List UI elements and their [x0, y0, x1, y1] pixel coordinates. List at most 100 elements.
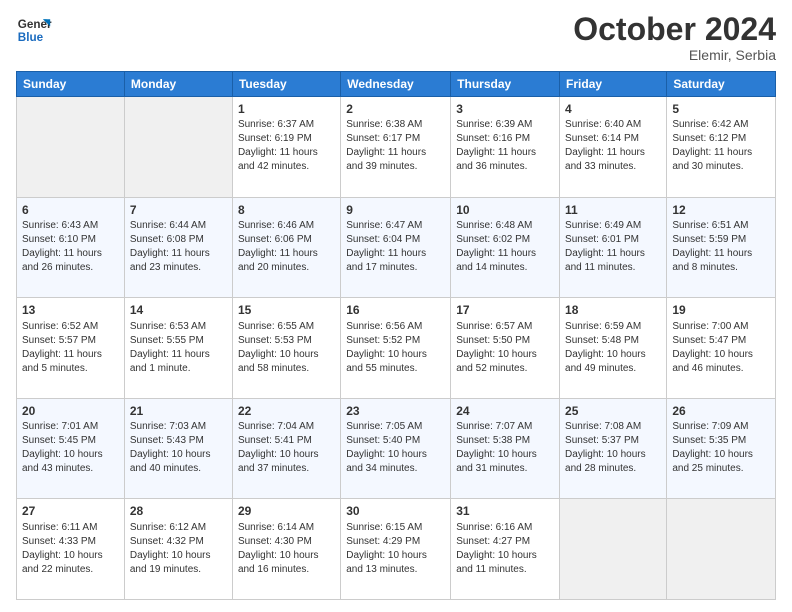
calendar-day-cell: 13Sunrise: 6:52 AMSunset: 5:57 PMDayligh…	[17, 298, 125, 399]
calendar-day-cell: 19 Sunrise: 7:00 AMSunset: 5:47 PMDayligh…	[667, 298, 776, 399]
day-number: 26	[672, 403, 770, 419]
day-number: 23	[346, 403, 445, 419]
weekday-header: Wednesday	[341, 72, 451, 97]
calendar-day-cell: 22Sunrise: 7:04 AMSunset: 5:41 PMDayligh…	[232, 398, 340, 499]
calendar-day-cell: 15 Sunrise: 6:55 AMSunset: 5:53 PMDayligh…	[232, 298, 340, 399]
calendar-day-cell	[560, 499, 667, 600]
day-info: Sunrise: 7:03 AMSunset: 5:43 PMDaylight:…	[130, 420, 227, 476]
day-info: Sunrise: 6:39 AMSunset: 6:16 PMDaylight:…	[456, 118, 554, 174]
logo-icon: General Blue	[16, 12, 52, 48]
day-info: Sunrise: 7:08 AMSunset: 5:37 PMDaylight:…	[565, 420, 661, 476]
calendar-day-cell	[667, 499, 776, 600]
calendar-day-cell: 14Sunrise: 6:53 AMSunset: 5:55 PMDayligh…	[124, 298, 232, 399]
calendar-day-cell: 23Sunrise: 7:05 AMSunset: 5:40 PMDayligh…	[341, 398, 451, 499]
calendar-day-cell: 24Sunrise: 7:07 AMSunset: 5:38 PMDayligh…	[451, 398, 560, 499]
day-number: 19	[672, 302, 770, 318]
day-number: 15	[238, 302, 335, 318]
day-info: Sunrise: 6:57 AMSunset: 5:50 PMDaylight:…	[456, 320, 554, 376]
calendar-day-cell: 2Sunrise: 6:38 AMSunset: 6:17 PMDaylight…	[341, 97, 451, 198]
calendar-week-row: 1Sunrise: 6:37 AMSunset: 6:19 PMDaylight…	[17, 97, 776, 198]
day-number: 10	[456, 202, 554, 218]
day-number: 22	[238, 403, 335, 419]
calendar-day-cell: 21Sunrise: 7:03 AMSunset: 5:43 PMDayligh…	[124, 398, 232, 499]
calendar-day-cell: 26Sunrise: 7:09 AMSunset: 5:35 PMDayligh…	[667, 398, 776, 499]
calendar-day-cell: 9Sunrise: 6:47 AMSunset: 6:04 PMDaylight…	[341, 197, 451, 298]
calendar-day-cell: 12Sunrise: 6:51 AMSunset: 5:59 PMDayligh…	[667, 197, 776, 298]
day-info: Sunrise: 6:55 AMSunset: 5:53 PMDaylight:…	[238, 320, 335, 376]
calendar-day-cell: 27Sunrise: 6:11 AMSunset: 4:33 PMDayligh…	[17, 499, 125, 600]
day-number: 28	[130, 503, 227, 519]
day-number: 5	[672, 101, 770, 117]
day-number: 25	[565, 403, 661, 419]
day-info: Sunrise: 6:52 AMSunset: 5:57 PMDaylight:…	[22, 320, 119, 376]
day-number: 14	[130, 302, 227, 318]
calendar-day-cell: 20Sunrise: 7:01 AMSunset: 5:45 PMDayligh…	[17, 398, 125, 499]
calendar-day-cell: 8Sunrise: 6:46 AMSunset: 6:06 PMDaylight…	[232, 197, 340, 298]
calendar-day-cell: 31 Sunrise: 6:16 AMSunset: 4:27 PMDayligh…	[451, 499, 560, 600]
calendar-day-cell: 17 Sunrise: 6:57 AMSunset: 5:50 PMDayligh…	[451, 298, 560, 399]
calendar-day-cell: 5Sunrise: 6:42 AMSunset: 6:12 PMDaylight…	[667, 97, 776, 198]
day-info: Sunrise: 6:42 AMSunset: 6:12 PMDaylight:…	[672, 118, 770, 174]
calendar-day-cell: 29 Sunrise: 6:14 AMSunset: 4:30 PMDayligh…	[232, 499, 340, 600]
day-number: 2	[346, 101, 445, 117]
day-number: 1	[238, 101, 335, 117]
day-number: 7	[130, 202, 227, 218]
calendar-day-cell: 25Sunrise: 7:08 AMSunset: 5:37 PMDayligh…	[560, 398, 667, 499]
calendar-day-cell: 28Sunrise: 6:12 AMSunset: 4:32 PMDayligh…	[124, 499, 232, 600]
day-info: Sunrise: 7:00 AMSunset: 5:47 PMDaylight:…	[672, 320, 770, 376]
weekday-header: Friday	[560, 72, 667, 97]
day-info: Sunrise: 7:05 AMSunset: 5:40 PMDaylight:…	[346, 420, 445, 476]
day-info: Sunrise: 7:09 AMSunset: 5:35 PMDaylight:…	[672, 420, 770, 476]
weekday-header: Thursday	[451, 72, 560, 97]
calendar-day-cell: 6Sunrise: 6:43 AMSunset: 6:10 PMDaylight…	[17, 197, 125, 298]
calendar-day-cell: 30Sunrise: 6:15 AMSunset: 4:29 PMDayligh…	[341, 499, 451, 600]
day-info: Sunrise: 6:43 AMSunset: 6:10 PMDaylight:…	[22, 219, 119, 275]
subtitle: Elemir, Serbia	[573, 47, 776, 63]
day-number: 16	[346, 302, 445, 318]
day-info: Sunrise: 7:04 AMSunset: 5:41 PMDaylight:…	[238, 420, 335, 476]
weekday-header-row: SundayMondayTuesdayWednesdayThursdayFrid…	[17, 72, 776, 97]
calendar-day-cell: 1Sunrise: 6:37 AMSunset: 6:19 PMDaylight…	[232, 97, 340, 198]
weekday-header: Sunday	[17, 72, 125, 97]
calendar-week-row: 20Sunrise: 7:01 AMSunset: 5:45 PMDayligh…	[17, 398, 776, 499]
calendar-day-cell: 11Sunrise: 6:49 AMSunset: 6:01 PMDayligh…	[560, 197, 667, 298]
svg-text:Blue: Blue	[18, 31, 44, 44]
day-info: Sunrise: 6:14 AMSunset: 4:30 PMDaylight:…	[238, 521, 335, 577]
day-info: Sunrise: 6:49 AMSunset: 6:01 PMDaylight:…	[565, 219, 661, 275]
day-number: 29	[238, 503, 335, 519]
day-info: Sunrise: 6:56 AMSunset: 5:52 PMDaylight:…	[346, 320, 445, 376]
calendar-day-cell: 18Sunrise: 6:59 AMSunset: 5:48 PMDayligh…	[560, 298, 667, 399]
day-number: 21	[130, 403, 227, 419]
calendar-day-cell: 4Sunrise: 6:40 AMSunset: 6:14 PMDaylight…	[560, 97, 667, 198]
day-number: 8	[238, 202, 335, 218]
day-info: Sunrise: 6:16 AMSunset: 4:27 PMDaylight:…	[456, 521, 554, 577]
day-info: Sunrise: 6:44 AMSunset: 6:08 PMDaylight:…	[130, 219, 227, 275]
day-number: 3	[456, 101, 554, 117]
day-info: Sunrise: 6:59 AMSunset: 5:48 PMDaylight:…	[565, 320, 661, 376]
day-info: Sunrise: 6:40 AMSunset: 6:14 PMDaylight:…	[565, 118, 661, 174]
weekday-header: Monday	[124, 72, 232, 97]
day-info: Sunrise: 6:46 AMSunset: 6:06 PMDaylight:…	[238, 219, 335, 275]
day-number: 27	[22, 503, 119, 519]
calendar-day-cell: 16 Sunrise: 6:56 AMSunset: 5:52 PMDayligh…	[341, 298, 451, 399]
day-number: 20	[22, 403, 119, 419]
day-info: Sunrise: 7:07 AMSunset: 5:38 PMDaylight:…	[456, 420, 554, 476]
logo: General Blue	[16, 12, 52, 48]
day-number: 31	[456, 503, 554, 519]
calendar-day-cell	[17, 97, 125, 198]
calendar-week-row: 13Sunrise: 6:52 AMSunset: 5:57 PMDayligh…	[17, 298, 776, 399]
day-number: 11	[565, 202, 661, 218]
weekday-header: Tuesday	[232, 72, 340, 97]
day-info: Sunrise: 6:47 AMSunset: 6:04 PMDaylight:…	[346, 219, 445, 275]
month-title: October 2024	[573, 12, 776, 47]
header: General Blue October 2024 Elemir, Serbia	[16, 12, 776, 63]
day-info: Sunrise: 6:38 AMSunset: 6:17 PMDaylight:…	[346, 118, 445, 174]
day-number: 17	[456, 302, 554, 318]
title-section: October 2024 Elemir, Serbia	[573, 12, 776, 63]
day-info: Sunrise: 6:15 AMSunset: 4:29 PMDaylight:…	[346, 521, 445, 577]
calendar-week-row: 6Sunrise: 6:43 AMSunset: 6:10 PMDaylight…	[17, 197, 776, 298]
day-number: 12	[672, 202, 770, 218]
day-info: Sunrise: 6:37 AMSunset: 6:19 PMDaylight:…	[238, 118, 335, 174]
day-info: Sunrise: 7:01 AMSunset: 5:45 PMDaylight:…	[22, 420, 119, 476]
calendar-day-cell: 10Sunrise: 6:48 AMSunset: 6:02 PMDayligh…	[451, 197, 560, 298]
